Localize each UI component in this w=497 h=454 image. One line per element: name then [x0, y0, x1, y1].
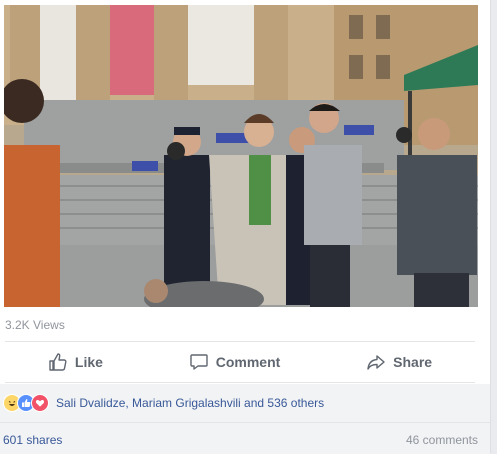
love-icon [31, 394, 49, 412]
comment-bubble-icon [190, 354, 208, 370]
like-button[interactable]: Like [48, 352, 103, 372]
shares-count[interactable]: 601 shares [3, 433, 62, 447]
like-label: Like [74, 354, 103, 370]
video-frame [4, 5, 478, 307]
post-card: 3.2K Views Like Comment Share Sali Dvali… [0, 0, 491, 454]
reaction-icons [3, 394, 49, 412]
comments-count[interactable]: 46 comments [406, 433, 478, 447]
share-arrow-icon [367, 355, 385, 370]
share-button[interactable]: Share [366, 352, 432, 372]
thumbs-up-icon [49, 353, 67, 371]
post-actions: Like Comment Share [5, 345, 475, 379]
post-stats: 601 shares 46 comments [0, 422, 490, 454]
video-player[interactable] [4, 5, 478, 307]
comment-label: Comment [215, 354, 281, 370]
reactions-summary[interactable]: Sali Dvalidze, Mariam Grigalashvili and … [0, 384, 490, 422]
divider-bottom [5, 382, 475, 383]
view-count: 3.2K Views [5, 318, 65, 332]
reactors-text[interactable]: Sali Dvalidze, Mariam Grigalashvili and … [56, 396, 324, 410]
share-label: Share [393, 354, 433, 370]
divider-top [5, 341, 475, 342]
comment-button[interactable]: Comment [189, 352, 281, 372]
